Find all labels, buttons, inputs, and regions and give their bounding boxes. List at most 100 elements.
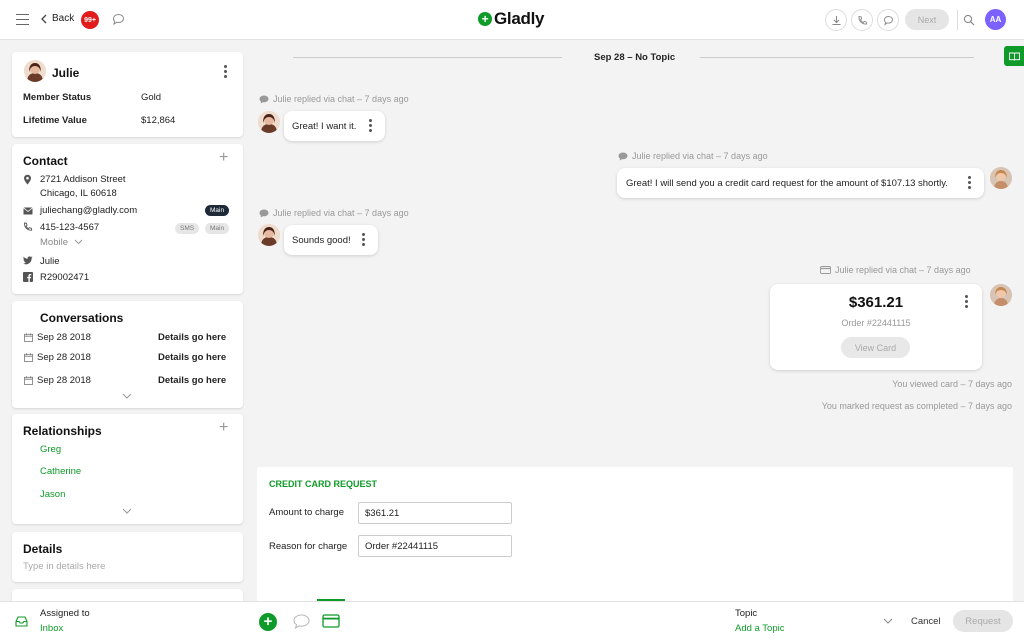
phone-main-tag: Main [205,223,230,234]
customer-avatar [258,111,280,133]
conversation-date: Sep 28 2018 [37,375,91,386]
chat-icon [883,15,893,26]
amount-label: Amount to charge [269,507,344,518]
payment-amount: $361.21 [848,294,904,311]
top-bar: Back 99+ + Gladly Next AA [0,0,1024,40]
user-avatar[interactable]: AA [985,9,1006,30]
details-title: Details [23,542,63,556]
payment-order: Order #22441115 [841,318,911,328]
reason-input[interactable]: Order #22441115 [358,535,512,557]
address-line1: 2721 Addison Street [40,174,126,185]
customer-name: Julie [52,66,80,80]
message-text: Sounds good! [292,234,351,246]
conversation-details: Details go here [158,352,227,363]
plus-logo-icon: + [478,12,492,26]
chat-icon [259,95,269,103]
divider [957,10,958,30]
twitter-handle[interactable]: Julie [40,256,60,267]
facebook-icon [23,272,33,282]
relationship-item[interactable]: Greg [40,444,61,455]
menu-icon[interactable] [16,14,29,25]
status-viewed: You viewed card – 7 days ago [892,379,1012,389]
add-topic-link[interactable]: Add a Topic [735,623,784,634]
phone-number[interactable]: 415-123-4567 [40,222,99,233]
brand-logo: + Gladly [478,9,544,29]
more-options-icon[interactable] [224,65,227,80]
expand-chevron-icon[interactable] [122,393,132,399]
chat-button[interactable] [877,9,899,31]
amount-input[interactable]: $361.21 [358,502,512,524]
plus-icon: + [263,613,273,630]
message-meta: Julie replied via chat – 7 days ago [820,265,971,275]
cancel-button[interactable]: Cancel [911,616,941,627]
location-pin-icon [24,174,31,185]
knowledge-base-tab[interactable] [1004,46,1024,66]
relationship-item[interactable]: Catherine [40,466,81,477]
message-options-icon[interactable] [968,176,971,191]
email-icon [23,207,33,215]
message-meta: Julie replied via chat – 7 days ago [259,94,409,104]
request-button[interactable]: Request [953,610,1013,632]
customer-avatar [24,60,46,82]
message-options-icon[interactable] [362,233,365,248]
phone-icon [24,222,33,231]
conversation-details: Details go here [158,375,227,386]
add-contact-icon[interactable]: + [219,149,228,167]
customer-avatar [258,224,280,246]
next-button[interactable]: Next [905,9,949,30]
twitter-icon [23,256,33,265]
message-text: Great! I will send you a credit card req… [626,177,948,189]
back-button[interactable]: Back [40,13,74,24]
phone-type[interactable]: Mobile [40,237,83,248]
calendar-icon [24,376,33,385]
calendar-icon [24,333,33,342]
message-text: Great! I want it. [292,120,357,132]
chevron-down-icon [74,239,82,245]
back-label: Back [52,13,75,24]
message-bubble: Great! I will send you a credit card req… [617,168,984,198]
member-status-value: Gold [141,92,162,103]
view-card-button[interactable]: View Card [841,337,910,358]
facebook-id[interactable]: R29002471 [40,272,89,283]
agent-avatar [990,167,1012,189]
assigned-value[interactable]: Inbox [40,623,63,634]
chat-bubble-icon[interactable] [112,13,125,26]
agent-avatar [990,284,1012,306]
conversations-title: Conversations [40,311,124,325]
add-relationship-icon[interactable]: + [219,419,228,437]
reason-label: Reason for charge [269,541,348,552]
message-options-icon[interactable] [369,119,372,134]
chevron-down-icon[interactable] [883,618,893,624]
details-input[interactable]: Type in details here [23,561,105,572]
message-meta: Julie replied via chat – 7 days ago [259,208,409,218]
search-icon[interactable] [963,14,975,26]
relationships-title: Relationships [23,424,102,438]
details-card: Details Type in details here [12,532,243,582]
calendar-icon [24,353,33,362]
chat-bubble-icon[interactable] [293,614,310,629]
conversation-divider-label: Sep 28 – No Topic [594,52,676,63]
customer-card: Julie Member Status Gold Lifetime Value … [12,52,243,137]
credit-card-icon [820,266,831,274]
contact-card: Contact + 2721 Addison Street Chicago, I… [12,144,243,294]
download-button[interactable] [825,9,847,31]
book-icon [1008,52,1020,61]
hidden-card [12,589,243,601]
notification-badge[interactable]: 99+ [81,11,99,29]
chat-icon [618,152,628,160]
email-address[interactable]: juliechang@gladly.com [40,205,137,216]
relationship-item[interactable]: Jason [40,489,65,500]
phone-button[interactable] [851,9,873,31]
credit-card-icon[interactable] [322,614,340,628]
phone-sms-tag: SMS [175,223,200,234]
add-button[interactable]: + [259,613,277,631]
assigned-label: Assigned to [40,608,90,619]
payment-card: $361.21 Order #22441115 View Card [770,284,982,370]
expand-chevron-icon[interactable] [122,508,132,514]
phone-icon [858,15,867,24]
download-icon [832,15,840,25]
lifetime-value-value: $12,864 [141,115,176,126]
divider-line [700,57,974,58]
chat-icon [259,209,269,217]
card-options-icon[interactable] [965,295,968,310]
